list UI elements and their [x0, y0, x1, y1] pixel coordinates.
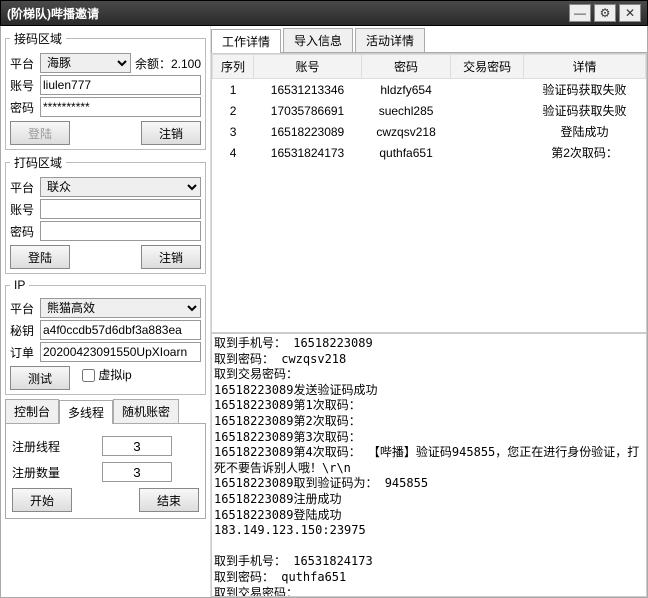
cell-seq: 1: [213, 79, 254, 101]
right-tabs: 工作详情 导入信息 活动详情: [211, 28, 647, 53]
dama-logout-button[interactable]: 注销: [141, 245, 201, 269]
ip-secret-label: 秘钥: [10, 322, 40, 339]
ip-secret-input[interactable]: [40, 320, 201, 340]
cell-seq: 3: [213, 121, 254, 142]
col-pwd[interactable]: 密码: [361, 55, 450, 79]
dama-legend: 打码区域: [10, 154, 66, 171]
recv-platform-select[interactable]: 海豚: [40, 53, 131, 73]
tab-random-acct[interactable]: 随机账密: [113, 399, 179, 423]
cell-pwd: quthfa651: [361, 142, 450, 163]
title-bar: (阶梯队)哔播邀请 — ⚙ ✕: [0, 0, 648, 26]
cell-seq: 2: [213, 100, 254, 121]
dama-login-button[interactable]: 登陆: [10, 245, 70, 269]
virtual-ip-wrap: 虚拟ip: [82, 366, 132, 390]
dama-password-input[interactable]: [40, 221, 201, 241]
dama-password-label: 密码: [10, 223, 40, 240]
recv-account-input[interactable]: [40, 75, 201, 95]
left-tabs: 控制台 多线程 随机账密: [5, 399, 206, 424]
end-button[interactable]: 结束: [139, 488, 199, 512]
reg-threads-label: 注册线程: [12, 438, 72, 455]
virtual-ip-label: 虚拟ip: [98, 368, 131, 382]
table-row[interactable]: 217035786691suechl285 验证码获取失败: [213, 100, 646, 121]
tab-multithread[interactable]: 多线程: [59, 400, 113, 424]
ip-test-button[interactable]: 测试: [10, 366, 70, 390]
col-seq[interactable]: 序列: [213, 55, 254, 79]
cell-detail: 登陆成功: [524, 121, 646, 142]
minimize-button[interactable]: —: [569, 4, 591, 22]
cell-pwd: cwzqsv218: [361, 121, 450, 142]
cell-tpwd: [451, 100, 524, 121]
log-output[interactable]: 取到手机号： 16518223089 取到密码： cwzqsv218 取到交易密…: [211, 333, 647, 597]
recv-password-input[interactable]: [40, 97, 201, 117]
dama-group: 打码区域 平台 联众 账号 密码 登陆 注销: [5, 154, 206, 274]
ip-order-label: 订单: [10, 344, 40, 361]
cell-tpwd: [451, 142, 524, 163]
ip-platform-select[interactable]: 熊猫高效: [40, 298, 201, 318]
right-panel: 工作详情 导入信息 活动详情 序列 账号 密码 交易密码 详情 11653121…: [211, 26, 647, 597]
col-detail[interactable]: 详情: [524, 55, 646, 79]
settings-button[interactable]: ⚙: [594, 4, 616, 22]
cell-pwd: suechl285: [361, 100, 450, 121]
table-row[interactable]: 316518223089cwzqsv218 登陆成功: [213, 121, 646, 142]
cell-acct: 16531824173: [254, 142, 362, 163]
cell-detail: 第2次取码：: [524, 142, 646, 163]
cell-tpwd: [451, 121, 524, 142]
left-tab-body: 注册线程 注册数量 开始 结束: [5, 424, 206, 519]
start-button[interactable]: 开始: [12, 488, 72, 512]
tab-import-info[interactable]: 导入信息: [283, 28, 353, 52]
receive-group: 接码区域 平台 海豚 余额：2.100 账号 密码 登陆 注销: [5, 30, 206, 150]
tab-activity-detail[interactable]: 活动详情: [355, 28, 425, 52]
cell-seq: 4: [213, 142, 254, 163]
cell-acct: 17035786691: [254, 100, 362, 121]
dama-platform-label: 平台: [10, 179, 40, 196]
ip-platform-label: 平台: [10, 300, 40, 317]
dama-account-input[interactable]: [40, 199, 201, 219]
reg-count-label: 注册数量: [12, 464, 72, 481]
cell-acct: 16518223089: [254, 121, 362, 142]
receive-legend: 接码区域: [10, 30, 66, 47]
left-panel: 接码区域 平台 海豚 余额：2.100 账号 密码 登陆 注销 打码区域 平: [1, 26, 211, 597]
window-title: (阶梯队)哔播邀请: [7, 5, 566, 22]
cell-acct: 16531213346: [254, 79, 362, 101]
recv-logout-button[interactable]: 注销: [141, 121, 201, 145]
reg-count-input[interactable]: [102, 462, 172, 482]
cell-pwd: hldzfy654: [361, 79, 450, 101]
tab-console[interactable]: 控制台: [5, 399, 59, 423]
ip-group: IP 平台 熊猫高效 秘钥 订单 测试 虚拟ip: [5, 278, 206, 395]
dama-platform-select[interactable]: 联众: [40, 177, 201, 197]
recv-platform-label: 平台: [10, 55, 40, 72]
col-tpwd[interactable]: 交易密码: [451, 55, 524, 79]
col-acct[interactable]: 账号: [254, 55, 362, 79]
dama-account-label: 账号: [10, 201, 40, 218]
cell-detail: 验证码获取失败: [524, 79, 646, 101]
recv-account-label: 账号: [10, 77, 40, 94]
recv-password-label: 密码: [10, 99, 40, 116]
balance: 余额：2.100: [135, 55, 201, 72]
reg-threads-input[interactable]: [102, 436, 172, 456]
table-row[interactable]: 416531824173quthfa651 第2次取码：: [213, 142, 646, 163]
cell-detail: 验证码获取失败: [524, 100, 646, 121]
virtual-ip-checkbox[interactable]: [82, 369, 95, 382]
tab-work-detail[interactable]: 工作详情: [211, 29, 281, 53]
recv-login-button[interactable]: 登陆: [10, 121, 70, 145]
data-table[interactable]: 序列 账号 密码 交易密码 详情 116531213346hldzfy654 验证…: [211, 53, 647, 333]
ip-order-input[interactable]: [40, 342, 201, 362]
close-button[interactable]: ✕: [619, 4, 641, 22]
table-row[interactable]: 116531213346hldzfy654 验证码获取失败: [213, 79, 646, 101]
ip-legend: IP: [10, 278, 29, 292]
cell-tpwd: [451, 79, 524, 101]
